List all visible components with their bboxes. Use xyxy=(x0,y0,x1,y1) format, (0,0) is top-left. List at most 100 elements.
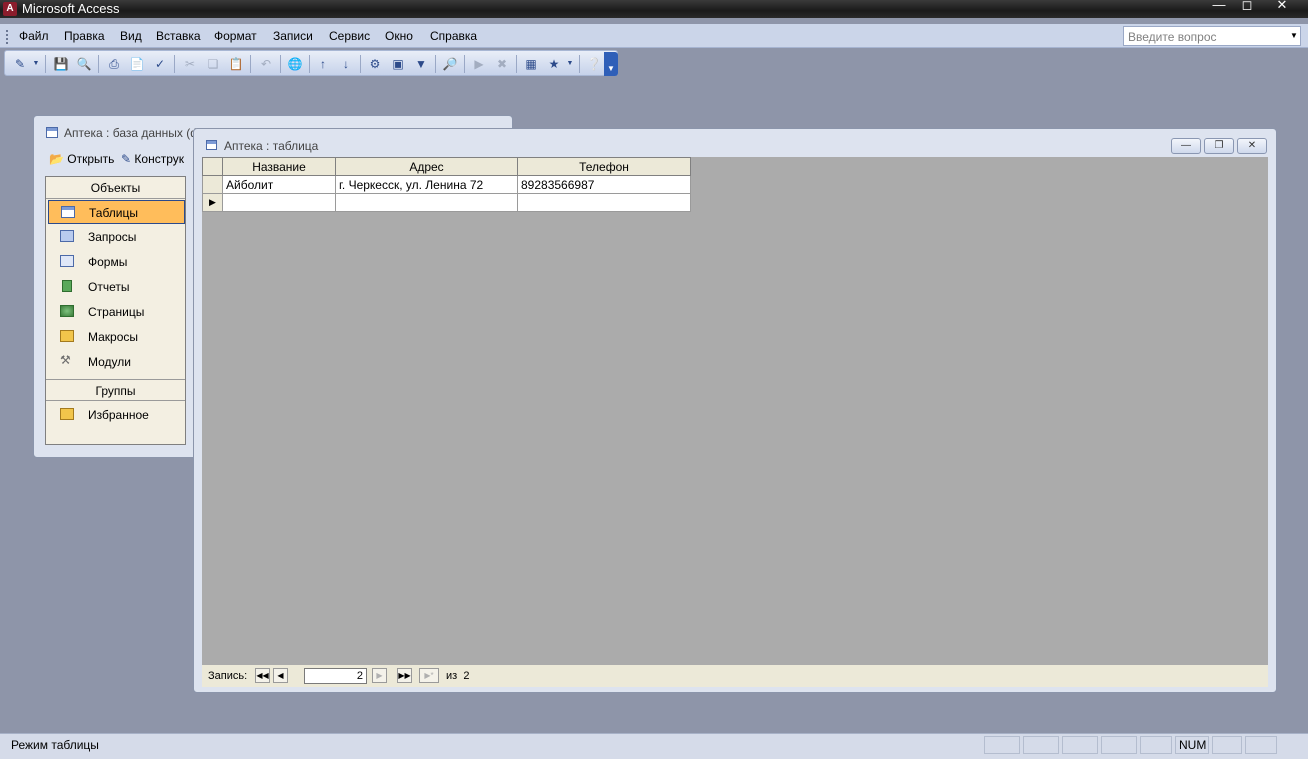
toolbar-options-icon[interactable]: ▼ xyxy=(604,52,618,76)
column-header-name[interactable]: Название xyxy=(222,157,336,176)
help-question-input[interactable]: Введите вопрос xyxy=(1128,30,1217,44)
menubar-grip[interactable] xyxy=(6,30,9,44)
status-panel xyxy=(1101,736,1137,754)
menu-window[interactable]: Окно xyxy=(385,29,413,43)
design-button[interactable]: ✎ Конструк xyxy=(121,152,184,166)
table-restore-button[interactable]: ❐ xyxy=(1204,138,1234,154)
select-all-corner[interactable] xyxy=(202,157,223,176)
object-pages-label: Страницы xyxy=(88,305,145,319)
object-modules[interactable]: ⚒ Модули xyxy=(48,350,185,374)
save-icon[interactable]: 💾 xyxy=(52,55,70,73)
object-modules-label: Модули xyxy=(88,355,131,369)
favorites-folder-icon xyxy=(60,408,74,420)
filter-by-form-icon[interactable]: ▣ xyxy=(389,55,407,73)
record-navigation-bar: Запись: ◀◀ ◀ 2 ▶ ▶▶ ▶* из 2 xyxy=(202,665,1268,687)
view-design-icon[interactable]: ✎ xyxy=(11,55,29,73)
help-question-box[interactable]: Введите вопрос ▼ xyxy=(1123,26,1301,46)
filter-by-selection-icon[interactable]: ⚙ xyxy=(366,55,384,73)
column-header-phone[interactable]: Телефон xyxy=(517,157,691,176)
status-num: NUM xyxy=(1175,736,1209,754)
menu-help[interactable]: Справка xyxy=(430,29,477,43)
objects-header[interactable]: Объекты xyxy=(46,177,185,199)
sort-descending-icon[interactable]: ↓ xyxy=(337,55,355,73)
cell-phone-new[interactable] xyxy=(517,193,691,212)
paste-icon[interactable]: 📋 xyxy=(227,55,245,73)
print-preview-icon[interactable]: 📄 xyxy=(128,55,146,73)
toolbar-separator xyxy=(516,55,517,73)
object-reports-label: Отчеты xyxy=(88,280,130,294)
print-icon[interactable]: ⎙ xyxy=(105,55,123,73)
cut-icon[interactable]: ✂ xyxy=(181,55,199,73)
delete-record-icon[interactable]: ✖ xyxy=(493,55,511,73)
menu-edit[interactable]: Правка xyxy=(64,29,105,43)
toolbar-separator xyxy=(360,55,361,73)
cell-name-new[interactable] xyxy=(222,193,336,212)
page-icon xyxy=(60,305,74,317)
record-selector[interactable] xyxy=(202,175,223,194)
database-window-icon[interactable]: ▦ xyxy=(522,55,540,73)
object-tables-label: Таблицы xyxy=(89,206,139,220)
new-object-icon[interactable]: ★ xyxy=(545,55,563,73)
status-panel xyxy=(1212,736,1242,754)
cell-address-new[interactable] xyxy=(335,193,518,212)
object-macros[interactable]: Макросы xyxy=(48,325,185,349)
current-record-arrow-icon[interactable]: ▶ xyxy=(202,193,223,212)
menu-view[interactable]: Вид xyxy=(120,29,142,43)
copy-icon[interactable]: ❏ xyxy=(204,55,222,73)
column-header-address[interactable]: Адрес xyxy=(335,157,518,176)
groups-header[interactable]: Группы xyxy=(46,379,185,401)
current-record-input[interactable]: 2 xyxy=(304,668,367,684)
next-record-icon[interactable]: ▶ xyxy=(372,668,387,683)
sort-ascending-icon[interactable]: ↑ xyxy=(314,55,332,73)
help-icon[interactable]: ❔ xyxy=(585,55,603,73)
spelling-icon[interactable]: ✓ xyxy=(151,55,169,73)
view-dropdown-icon[interactable]: ▼ xyxy=(31,55,41,73)
new-record-icon[interactable]: ▶ xyxy=(470,55,488,73)
file-search-icon[interactable]: 🔍 xyxy=(75,55,93,73)
toolbar-separator xyxy=(98,55,99,73)
new-object-dropdown-icon[interactable]: ▼ xyxy=(565,55,575,73)
close-button[interactable]: ✕ xyxy=(1262,0,1302,13)
cell-phone[interactable]: 89283566987 xyxy=(517,175,691,194)
cell-name[interactable]: Айболит xyxy=(222,175,336,194)
menu-tools[interactable]: Сервис xyxy=(329,29,370,43)
new-record-row: ▶ xyxy=(202,193,691,212)
open-button[interactable]: 📂 Открыть xyxy=(49,152,114,166)
open-label: Открыть xyxy=(67,152,115,166)
status-mode: Режим таблицы xyxy=(11,738,99,752)
last-record-icon[interactable]: ▶▶ xyxy=(397,668,412,683)
menu-file[interactable]: Файл xyxy=(19,29,49,43)
group-favorites[interactable]: Избранное xyxy=(48,403,185,427)
chevron-down-icon[interactable]: ▼ xyxy=(1288,27,1300,45)
menu-insert[interactable]: Вставка xyxy=(156,29,201,43)
access-app-icon: A xyxy=(3,2,17,16)
app-title: Microsoft Access xyxy=(22,1,120,16)
undo-icon[interactable]: ↶ xyxy=(257,55,275,73)
status-panel xyxy=(1140,736,1172,754)
cell-address[interactable]: г. Черкесск, ул. Ленина 72 xyxy=(335,175,518,194)
datasheet-background xyxy=(202,157,1268,665)
minimize-button[interactable]: — xyxy=(1206,0,1232,13)
hyperlink-icon[interactable]: 🌐 xyxy=(286,55,304,73)
form-icon xyxy=(60,255,74,267)
maximize-button[interactable]: ◻ xyxy=(1234,0,1260,13)
object-tables[interactable]: Таблицы xyxy=(48,200,185,224)
object-pages[interactable]: Страницы xyxy=(48,300,185,324)
object-queries[interactable]: Запросы xyxy=(48,225,185,249)
datasheet-table: Название Адрес Телефон Айболит г. Черкес… xyxy=(202,157,691,212)
object-reports[interactable]: Отчеты xyxy=(48,275,185,299)
object-macros-label: Макросы xyxy=(88,330,139,344)
table-minimize-button[interactable]: — xyxy=(1171,138,1201,154)
first-record-icon[interactable]: ◀◀ xyxy=(255,668,270,683)
find-icon[interactable]: 🔎 xyxy=(441,55,459,73)
module-icon: ⚒ xyxy=(60,353,71,367)
table-close-button[interactable]: ✕ xyxy=(1237,138,1267,154)
record-label: Запись: xyxy=(208,670,248,682)
previous-record-icon[interactable]: ◀ xyxy=(273,668,288,683)
menu-records[interactable]: Записи xyxy=(273,29,313,43)
apply-filter-icon[interactable]: ▼ xyxy=(412,55,430,73)
standard-toolbar: ✎ ▼ 💾 🔍 ⎙ 📄 ✓ ✂ ❏ 📋 ↶ 🌐 ↑ ↓ ⚙ ▣ ▼ 🔎 ▶ ✖ … xyxy=(4,50,618,76)
object-forms[interactable]: Формы xyxy=(48,250,185,274)
menu-format[interactable]: Формат xyxy=(214,29,257,43)
new-record-nav-icon[interactable]: ▶* xyxy=(419,668,439,683)
